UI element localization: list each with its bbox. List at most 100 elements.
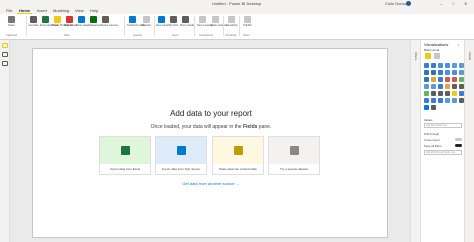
table-view-icon[interactable] xyxy=(2,52,8,57)
group-calculations: Calculations xyxy=(199,34,214,37)
decomposition-tree-icon[interactable] xyxy=(431,98,436,103)
refresh-icon xyxy=(143,16,150,23)
slicer-icon[interactable] xyxy=(431,91,436,96)
textbox-icon xyxy=(170,16,177,23)
cross-report-toggle[interactable] xyxy=(455,138,462,141)
minimize-button[interactable]: – xyxy=(440,1,442,6)
transform-icon xyxy=(129,16,136,23)
fields-label: Fields xyxy=(468,52,472,61)
r-visual-icon[interactable] xyxy=(452,91,457,96)
keep-all-filters-toggle[interactable] xyxy=(455,144,462,147)
gauge-icon[interactable] xyxy=(445,84,450,89)
format-visual-icon[interactable] xyxy=(434,53,440,59)
stacked-area-icon[interactable] xyxy=(438,70,443,75)
sensitivity-button[interactable]: Sensitivity xyxy=(226,16,238,32)
publish-button[interactable]: Publish xyxy=(242,16,253,32)
sample-dataset-card[interactable]: Try a sample dataset xyxy=(268,136,320,175)
visualizations-pane: Visualizations › Build visual Values Add… xyxy=(420,40,464,242)
power-automate-icon[interactable] xyxy=(424,105,429,110)
cross-report-label: Cross-report xyxy=(424,138,440,142)
fields-pane[interactable]: Fields xyxy=(464,40,474,242)
drillthrough-well[interactable]: Add drill-through fields here xyxy=(424,150,462,155)
pie-icon[interactable] xyxy=(445,77,450,82)
measure-icon xyxy=(199,16,206,23)
donut-icon[interactable] xyxy=(452,77,457,82)
import-sql-card[interactable]: Import data from SQL Server xyxy=(155,136,207,175)
sql-icon xyxy=(66,16,73,23)
title-bar: Untitled - Power BI Desktop Colin Dumont… xyxy=(0,0,474,7)
get-data-button[interactable]: Get data xyxy=(28,16,39,32)
excel-workbook-button[interactable]: Excel workbook xyxy=(40,16,58,32)
line-chart-icon[interactable] xyxy=(424,70,429,75)
map-icon[interactable] xyxy=(424,84,429,89)
line-stacked-column-icon[interactable] xyxy=(452,70,457,75)
add-data-title: Add data to your report xyxy=(170,109,252,118)
stacked-bar-icon[interactable] xyxy=(424,63,429,68)
more-visuals-button[interactable]: More visuals xyxy=(180,16,195,32)
qa-icon[interactable] xyxy=(438,98,443,103)
filters-label: Filters xyxy=(414,52,418,61)
more-visuals-icon xyxy=(182,16,189,23)
get-data-icon xyxy=(30,16,37,23)
dataverse-button[interactable]: Dataverse xyxy=(88,16,100,32)
drillthrough-label: Drill through xyxy=(424,132,440,136)
group-data: Data xyxy=(64,34,70,37)
group-clipboard: Clipboard xyxy=(6,34,18,37)
area-chart-icon[interactable] xyxy=(431,70,436,75)
filled-map-icon[interactable] xyxy=(431,84,436,89)
matrix-icon[interactable] xyxy=(445,91,450,96)
recent-sources-button[interactable]: Recent sources xyxy=(100,16,118,32)
stacked-column-icon[interactable] xyxy=(431,63,436,68)
paginated-report-icon[interactable] xyxy=(452,98,457,103)
shape-map-icon[interactable] xyxy=(438,84,443,89)
maximize-button[interactable]: □ xyxy=(452,1,454,6)
publish-icon xyxy=(244,16,251,23)
smart-narrative-icon[interactable] xyxy=(445,98,450,103)
enter-data-button[interactable]: Enter data xyxy=(76,16,88,32)
paste-icon xyxy=(8,16,15,23)
keep-all-filters-label: Keep all filters xyxy=(424,144,442,148)
table-visual-icon[interactable] xyxy=(438,91,443,96)
get-data-link[interactable]: Get data from another source → xyxy=(33,181,389,186)
refresh-button[interactable]: Refresh xyxy=(141,16,152,32)
build-visual-icon[interactable] xyxy=(425,53,431,59)
paste-data-card[interactable]: Paste data into a blank table xyxy=(212,136,264,175)
text-box-button[interactable]: Text box xyxy=(168,16,179,32)
funnel-icon[interactable] xyxy=(431,77,436,82)
clustered-bar-icon[interactable] xyxy=(438,63,443,68)
group-queries: Queries xyxy=(133,34,143,37)
model-view-icon[interactable] xyxy=(2,61,8,66)
kpi-icon[interactable] xyxy=(424,91,429,96)
powerbi-datasets-button[interactable]: Power BI datasets xyxy=(52,16,73,32)
transform-data-button[interactable]: Transform data xyxy=(127,16,145,32)
more-options-icon[interactable] xyxy=(431,105,436,110)
new-measure-button[interactable]: New measure xyxy=(197,16,213,32)
scatter-icon[interactable] xyxy=(438,77,443,82)
line-column-icon[interactable] xyxy=(445,70,450,75)
sql-server-button[interactable]: SQL Server xyxy=(64,16,77,32)
100-bar-icon[interactable] xyxy=(452,63,457,68)
paste-table-icon xyxy=(234,146,243,155)
paste-button[interactable]: Paste xyxy=(6,16,17,32)
sample-data-icon xyxy=(290,146,299,155)
report-canvas[interactable]: Add data to your report Once loaded, you… xyxy=(32,48,388,238)
filters-pane[interactable]: Filters xyxy=(410,40,420,242)
quick-measure-button[interactable]: Quick measure xyxy=(210,16,227,32)
close-button[interactable]: ✕ xyxy=(464,1,467,6)
waterfall-icon[interactable] xyxy=(424,77,429,82)
card-icon[interactable] xyxy=(452,84,457,89)
report-view-icon[interactable] xyxy=(2,43,8,48)
key-influencers-icon[interactable] xyxy=(424,98,429,103)
import-excel-card[interactable]: Import data from Excel xyxy=(99,136,151,175)
clustered-column-icon[interactable] xyxy=(445,63,450,68)
avatar[interactable] xyxy=(406,1,411,6)
values-label: Values xyxy=(424,118,433,122)
dataverse-icon xyxy=(90,16,97,23)
sql-icon xyxy=(177,146,186,155)
new-visual-button[interactable]: New visual xyxy=(156,16,169,32)
sensitivity-icon xyxy=(228,16,235,23)
dataset-icon xyxy=(54,16,61,23)
collapse-chevron-icon[interactable]: › xyxy=(458,42,459,47)
values-well[interactable]: Add data fields here xyxy=(424,123,462,128)
add-data-subtitle: Once loaded, your data will appear in th… xyxy=(150,124,272,130)
